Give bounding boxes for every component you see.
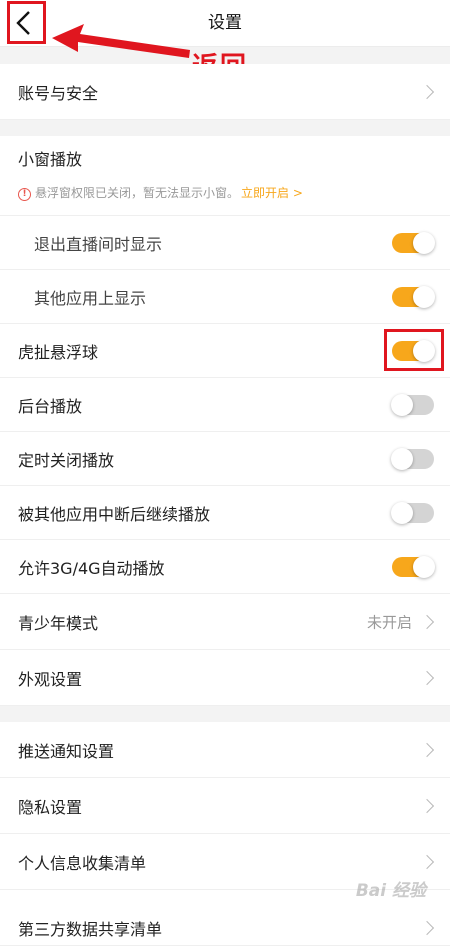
timer-close-label: 定时关闭播放 xyxy=(18,450,115,470)
warning-text: 悬浮窗权限已关闭，暂无法显示小窗。 xyxy=(35,186,240,200)
toggle-knob xyxy=(391,501,413,524)
chevron-right-icon xyxy=(419,920,435,936)
toggle-knob xyxy=(413,231,435,254)
chevron-right-icon xyxy=(419,798,435,813)
auto-play-toggle[interactable] xyxy=(392,555,435,578)
settings-item-background-play: 后台播放 xyxy=(0,378,450,432)
push-label: 推送通知设置 xyxy=(18,741,115,761)
settings-item-privacy[interactable]: 隐私设置 xyxy=(0,778,450,834)
settings-item-exit-live: 退出直播间时显示 xyxy=(0,216,450,270)
exit-live-toggle[interactable] xyxy=(392,231,435,254)
toggle-knob xyxy=(391,393,413,416)
resume-play-label: 被其他应用中断后继续播放 xyxy=(18,504,211,524)
settings-item-push[interactable]: 推送通知设置 xyxy=(0,722,450,778)
chevron-right-icon xyxy=(419,84,435,99)
resume-play-toggle[interactable] xyxy=(391,501,434,524)
settings-item-timer-close: 定时关闭播放 xyxy=(0,432,450,486)
background-play-label: 后台播放 xyxy=(18,396,83,416)
settings-item-resume-play: 被其他应用中断后继续播放 xyxy=(0,486,450,540)
account-security-label: 账号与安全 xyxy=(18,83,99,103)
chevron-right-icon xyxy=(419,614,435,629)
exit-live-label: 退出直播间时显示 xyxy=(34,234,163,254)
timer-close-toggle[interactable] xyxy=(391,447,434,470)
teen-mode-status: 未开启 xyxy=(366,613,412,631)
float-ball-highlight-box xyxy=(384,329,444,371)
other-apps-toggle[interactable] xyxy=(392,285,435,308)
chevron-right-icon xyxy=(419,854,435,869)
settings-item-account-security[interactable]: 账号与安全 xyxy=(0,64,450,120)
mini-window-warning: ! 悬浮窗权限已关闭，暂无法显示小窗。 立即开启 > xyxy=(18,184,303,201)
chevron-right-icon xyxy=(419,742,435,757)
toggle-knob xyxy=(413,285,435,308)
settings-item-auto-play: 允许3G/4G自动播放 xyxy=(0,540,450,594)
auto-play-label: 允许3G/4G自动播放 xyxy=(18,558,165,578)
personal-info-label: 个人信息收集清单 xyxy=(18,853,147,873)
toggle-knob xyxy=(391,447,413,470)
appearance-label: 外观设置 xyxy=(18,669,83,689)
privacy-label: 隐私设置 xyxy=(18,797,83,817)
settings-item-float-ball: 虎扯悬浮球 xyxy=(0,324,450,378)
settings-item-teen-mode[interactable]: 青少年模式 未开启 xyxy=(0,594,450,650)
watermark-logo: Bai 经验 xyxy=(355,881,426,901)
mini-window-label: 小窗播放 xyxy=(18,150,83,169)
chevron-right-icon xyxy=(419,670,435,685)
toggle-knob xyxy=(413,555,435,578)
background-play-toggle[interactable] xyxy=(391,393,434,416)
other-apps-label: 其他应用上显示 xyxy=(34,288,147,308)
warning-icon: ! xyxy=(18,188,31,201)
back-highlight-box xyxy=(7,1,46,44)
settings-item-appearance[interactable]: 外观设置 xyxy=(0,650,450,706)
enable-now-link[interactable]: 立即开启 > xyxy=(241,186,303,200)
settings-item-mini-window: 小窗播放 xyxy=(0,136,450,216)
float-ball-label: 虎扯悬浮球 xyxy=(18,342,99,362)
annotation-arrow-icon xyxy=(52,24,190,58)
teen-mode-label: 青少年模式 xyxy=(18,613,99,633)
settings-item-other-apps: 其他应用上显示 xyxy=(0,270,450,324)
